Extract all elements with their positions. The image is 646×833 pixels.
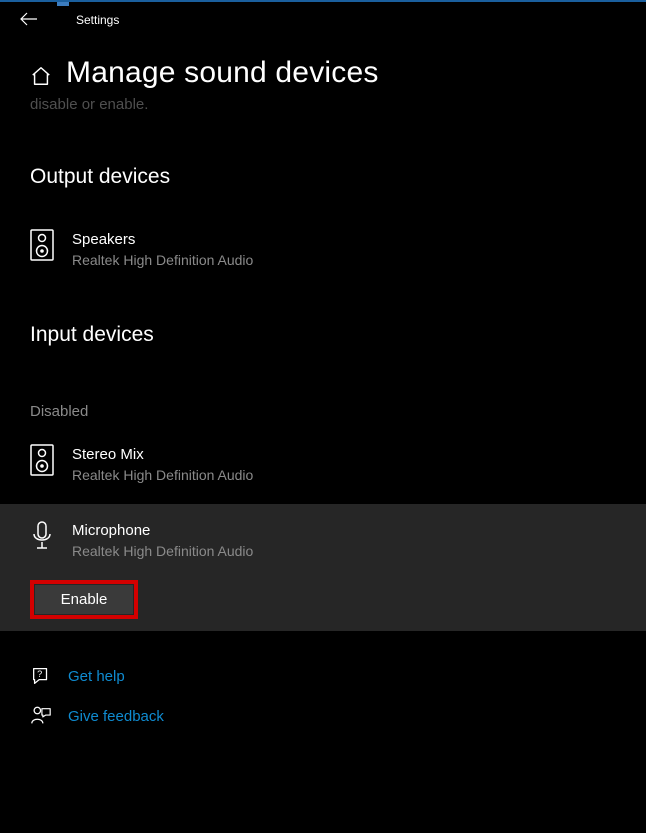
titlebar-accent bbox=[57, 2, 69, 6]
microphone-icon bbox=[30, 520, 54, 552]
device-name: Microphone bbox=[72, 520, 253, 541]
truncated-description: disable or enable. bbox=[0, 90, 646, 113]
selected-device-block: Microphone Realtek High Definition Audio… bbox=[0, 504, 646, 631]
back-button[interactable] bbox=[20, 12, 38, 29]
feedback-icon bbox=[30, 705, 52, 727]
speaker-icon bbox=[30, 229, 54, 261]
device-row-stereo-mix[interactable]: Stereo Mix Realtek High Definition Audio bbox=[0, 444, 646, 486]
device-row-speakers[interactable]: Speakers Realtek High Definition Audio bbox=[0, 229, 646, 271]
help-link-label: Get help bbox=[68, 668, 125, 685]
home-icon[interactable] bbox=[30, 65, 52, 87]
device-name: Stereo Mix bbox=[72, 444, 253, 465]
disabled-group-label: Disabled bbox=[0, 403, 646, 420]
enable-button-highlight: Enable bbox=[30, 580, 138, 619]
device-row-microphone[interactable]: Microphone Realtek High Definition Audio bbox=[0, 520, 646, 562]
input-devices-heading: Input devices bbox=[0, 323, 646, 347]
output-devices-heading: Output devices bbox=[0, 165, 646, 189]
enable-button[interactable]: Enable bbox=[35, 585, 133, 614]
get-help-link[interactable]: ? Get help bbox=[30, 665, 616, 687]
help-icon: ? bbox=[30, 665, 52, 687]
titlebar-label: Settings bbox=[76, 13, 119, 27]
footer-links: ? Get help Give feedback bbox=[0, 631, 646, 727]
device-name: Speakers bbox=[72, 229, 253, 250]
svg-text:?: ? bbox=[37, 669, 42, 679]
feedback-link-label: Give feedback bbox=[68, 708, 164, 725]
page-header: Manage sound devices bbox=[0, 38, 646, 90]
device-subtitle: Realtek High Definition Audio bbox=[72, 250, 253, 271]
give-feedback-link[interactable]: Give feedback bbox=[30, 705, 616, 727]
speaker-icon bbox=[30, 444, 54, 476]
window-titlebar: Settings bbox=[0, 0, 646, 38]
device-subtitle: Realtek High Definition Audio bbox=[72, 541, 253, 562]
page-title: Manage sound devices bbox=[66, 56, 379, 90]
device-subtitle: Realtek High Definition Audio bbox=[72, 465, 253, 486]
